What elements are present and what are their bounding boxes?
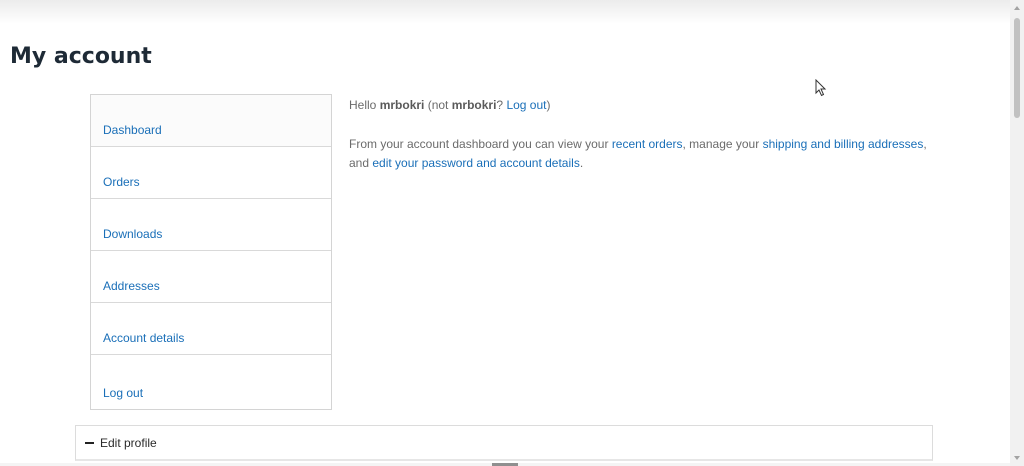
nav-item-log-out[interactable]: Log out [91,355,331,409]
account-navigation: Dashboard Orders Downloads Addresses Acc… [90,94,332,410]
nav-link-log-out[interactable]: Log out [103,386,143,400]
greeting-not-prefix: (not [424,98,452,112]
description-text-1: From your account dashboard you can view… [349,137,612,151]
greeting-text: Hello mrbokri (not mrbokri? Log out) [349,96,939,115]
edit-profile-label: Edit profile [100,435,157,450]
account-details-link[interactable]: edit your password and account details [372,156,579,170]
recent-orders-link[interactable]: recent orders [612,137,683,151]
nav-item-addresses[interactable]: Addresses [91,251,331,303]
nav-link-account-details[interactable]: Account details [103,331,184,345]
description-text-4: . [579,156,584,170]
nav-link-dashboard[interactable]: Dashboard [103,123,162,137]
greeting-question: ? [496,98,507,112]
nav-link-addresses[interactable]: Addresses [103,279,160,293]
vertical-scroll-thumb[interactable] [1014,18,1020,118]
mouse-cursor-icon [815,79,827,97]
dashboard-content: Hello mrbokri (not mrbokri? Log out) Fro… [349,96,939,173]
greeting-username: mrbokri [379,98,425,112]
nav-item-account-details[interactable]: Account details [91,303,331,355]
greeting-logout-link[interactable]: Log out [506,98,546,112]
scroll-up-arrow-icon[interactable] [1014,6,1020,10]
nav-item-dashboard[interactable]: Dashboard [91,95,331,147]
addresses-link[interactable]: shipping and billing addresses [763,137,924,151]
top-header-shadow [0,0,1010,24]
nav-link-downloads[interactable]: Downloads [103,227,162,241]
page-title: My account [10,44,152,69]
nav-link-orders[interactable]: Orders [103,175,140,189]
vertical-scrollbar[interactable] [1010,0,1024,466]
dashboard-description: From your account dashboard you can view… [349,135,939,173]
edit-profile-toggle[interactable]: Edit profile [75,425,933,461]
greeting-close-paren: ) [546,98,551,112]
scroll-down-arrow-icon[interactable] [1014,456,1020,460]
minus-icon [85,441,94,444]
greeting-prefix: Hello [349,98,380,112]
nav-item-orders[interactable]: Orders [91,147,331,199]
nav-item-downloads[interactable]: Downloads [91,199,331,251]
greeting-not-username: mrbokri [451,98,497,112]
description-text-2: , manage your [682,137,763,151]
